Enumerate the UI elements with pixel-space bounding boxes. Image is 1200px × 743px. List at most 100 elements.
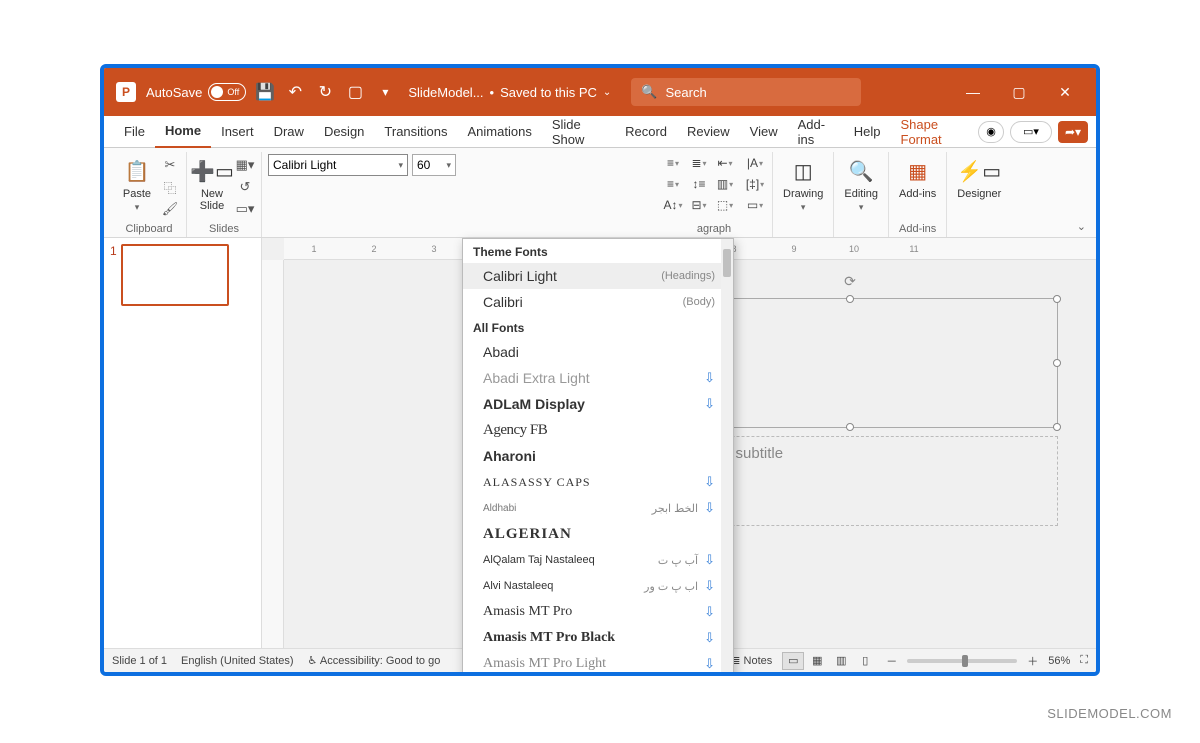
tab-add-ins[interactable]: Add-ins xyxy=(788,116,844,148)
undo-icon[interactable]: ↶ xyxy=(286,82,304,102)
tab-animations[interactable]: Animations xyxy=(458,116,542,148)
slideshow-view-icon[interactable]: ▯ xyxy=(854,652,876,670)
zoom-in-icon[interactable]: ＋ xyxy=(1027,653,1038,669)
group-drawing: ◫ Drawing▾ xyxy=(773,152,834,237)
paste-button[interactable]: 📋 Paste ▾ xyxy=(118,154,156,215)
new-slide-button[interactable]: ➕▭ New Slide xyxy=(193,154,231,214)
textdir-icon[interactable]: A↕▾ xyxy=(662,196,684,214)
autosave-label: AutoSave xyxy=(146,85,202,100)
font-option[interactable]: Calibri Light(Headings) xyxy=(463,263,733,289)
section-icon[interactable]: ▭▾ xyxy=(235,200,255,218)
mode-button[interactable]: ▭▾ xyxy=(1010,121,1052,143)
font-option[interactable]: Abadi Extra Light⇩ xyxy=(463,365,733,391)
font-option[interactable]: AlQalam Taj Nastaleeqآب پ ت⇩ xyxy=(463,547,733,573)
shapes-icon: ◫ xyxy=(788,156,818,186)
font-option[interactable]: ALASASSY CAPS⇩ xyxy=(463,469,733,495)
document-title[interactable]: SlideModel... • Saved to this PC ⌄ xyxy=(408,85,611,100)
font-option[interactable]: Agency FB xyxy=(463,417,733,443)
theme-fonts-header: Theme Fonts xyxy=(463,239,733,263)
font-option[interactable]: ALGERIAN xyxy=(463,521,733,547)
toggle-switch[interactable]: Off xyxy=(208,83,246,101)
tab-help[interactable]: Help xyxy=(844,116,891,148)
zoom-level[interactable]: 56% xyxy=(1048,655,1070,667)
slide-counter[interactable]: Slide 1 of 1 xyxy=(112,655,167,667)
numbering-icon[interactable]: ≣▾ xyxy=(688,154,710,172)
convert-icon[interactable]: ▭▾ xyxy=(744,196,766,214)
chevron-down-icon[interactable]: ▾ xyxy=(446,160,451,171)
tab-draw[interactable]: Draw xyxy=(264,116,314,148)
cut-icon[interactable]: ✂ xyxy=(160,156,180,174)
group-paragraph: ≡▾ ≣▾ ⇤▾ ≡▾ ↕≡ ▥▾ A↕▾ ⊟▾ ⬚▾ xyxy=(656,152,773,237)
columns-icon[interactable]: ▥▾ xyxy=(714,175,736,193)
textdir2-icon[interactable]: |A▾ xyxy=(744,154,766,172)
rotate-handle-icon[interactable]: ⟳ xyxy=(844,273,856,290)
zoom-out-icon[interactable]: － xyxy=(886,653,897,669)
save-icon[interactable]: 💾 xyxy=(256,82,274,102)
align2-icon[interactable]: [‡]▾ xyxy=(744,175,766,193)
linespacing-icon[interactable]: ↕≡ xyxy=(688,175,710,193)
alignv-icon[interactable]: ⊟▾ xyxy=(688,196,710,214)
font-option[interactable]: Amasis MT Pro Black⇩ xyxy=(463,625,733,651)
font-option[interactable]: Aldhabiالخط ابجر⇩ xyxy=(463,495,733,521)
vertical-ruler xyxy=(262,260,284,648)
sorter-view-icon[interactable]: ▦ xyxy=(806,652,828,670)
reset-icon[interactable]: ↺ xyxy=(235,178,255,196)
font-dropdown[interactable]: Theme Fonts Calibri Light(Headings)Calib… xyxy=(462,238,734,676)
tab-review[interactable]: Review xyxy=(677,116,740,148)
fit-window-icon[interactable]: ⛶ xyxy=(1080,654,1088,667)
smartart-icon[interactable]: ⬚▾ xyxy=(714,196,736,214)
tab-design[interactable]: Design xyxy=(314,116,374,148)
present-icon[interactable]: ▢ xyxy=(346,82,364,102)
search-input[interactable]: 🔍 Search xyxy=(631,78,861,106)
format-painter-icon[interactable]: 🖌 xyxy=(160,200,180,218)
font-option[interactable]: Amasis MT Pro Light⇩ xyxy=(463,651,733,676)
copy-icon[interactable]: ⿻ xyxy=(160,178,180,196)
autosave-toggle[interactable]: AutoSave Off xyxy=(146,83,246,101)
maximize-button[interactable]: ▢ xyxy=(996,68,1042,116)
accessibility-status[interactable]: ♿︎ Accessibility: Good to go xyxy=(308,654,441,667)
normal-view-icon[interactable]: ▭ xyxy=(782,652,804,670)
ribbon: 📋 Paste ▾ ✂ ⿻ 🖌 Clipboard ➕▭ New Slide xyxy=(104,148,1096,238)
tab-view[interactable]: View xyxy=(740,116,788,148)
font-size-input[interactable]: 60 ▾ xyxy=(412,154,456,176)
workarea: 1 1234567891011 ⟳ Click to add subtitle xyxy=(104,238,1096,648)
notes-button[interactable]: ≣ Notes xyxy=(731,654,772,667)
bullets-icon[interactable]: ≡▾ xyxy=(662,154,684,172)
designer-button[interactable]: ⚡▭ Designer xyxy=(953,154,1005,202)
record-button[interactable]: ◉ xyxy=(978,121,1004,143)
tab-shape-format[interactable]: Shape Format xyxy=(891,116,979,148)
align-icon[interactable]: ≡▾ xyxy=(662,175,684,193)
tab-file[interactable]: File xyxy=(114,116,155,148)
slide-thumbnail[interactable]: 1 xyxy=(110,244,255,306)
slide-canvas[interactable]: 1234567891011 ⟳ Click to add subtitle Th… xyxy=(262,238,1096,648)
font-option[interactable]: Aharoni xyxy=(463,443,733,469)
language-status[interactable]: English (United States) xyxy=(181,655,294,667)
chevron-down-icon[interactable]: ▾ xyxy=(398,160,403,171)
tab-slide-show[interactable]: Slide Show xyxy=(542,116,615,148)
drawing-button[interactable]: ◫ Drawing▾ xyxy=(779,154,827,215)
tab-insert[interactable]: Insert xyxy=(211,116,264,148)
font-option[interactable]: Calibri(Body) xyxy=(463,289,733,315)
tab-record[interactable]: Record xyxy=(615,116,677,148)
collapse-ribbon-icon[interactable]: ⌄ xyxy=(1077,220,1086,233)
overflow-icon[interactable]: ▾ xyxy=(376,85,394,99)
zoom-slider[interactable] xyxy=(907,659,1017,663)
share-button[interactable]: ➦▾ xyxy=(1058,121,1088,143)
reading-view-icon[interactable]: ▥ xyxy=(830,652,852,670)
tab-transitions[interactable]: Transitions xyxy=(374,116,457,148)
close-button[interactable]: ✕ xyxy=(1042,68,1088,116)
app-window: P AutoSave Off 💾 ↶ ↻ ▢ ▾ SlideModel... •… xyxy=(100,64,1100,676)
font-option[interactable]: ADLaM Display⇩ xyxy=(463,391,733,417)
redo-icon[interactable]: ↻ xyxy=(316,82,334,102)
font-option[interactable]: Alvi Nastaleeqاب پ ت ور⇩ xyxy=(463,573,733,599)
addins-button[interactable]: ▦ Add-ins xyxy=(895,154,940,202)
indent-icon[interactable]: ⇤▾ xyxy=(714,154,736,172)
tab-home[interactable]: Home xyxy=(155,116,211,148)
font-option[interactable]: Amasis MT Pro⇩ xyxy=(463,599,733,625)
font-option[interactable]: Abadi xyxy=(463,339,733,365)
layout-icon[interactable]: ▦▾ xyxy=(235,156,255,174)
minimize-button[interactable]: ― xyxy=(950,68,996,116)
font-name-input[interactable]: Calibri Light ▾ xyxy=(268,154,408,176)
editing-button[interactable]: 🔍 Editing▾ xyxy=(840,154,882,215)
scrollbar[interactable] xyxy=(721,239,733,676)
